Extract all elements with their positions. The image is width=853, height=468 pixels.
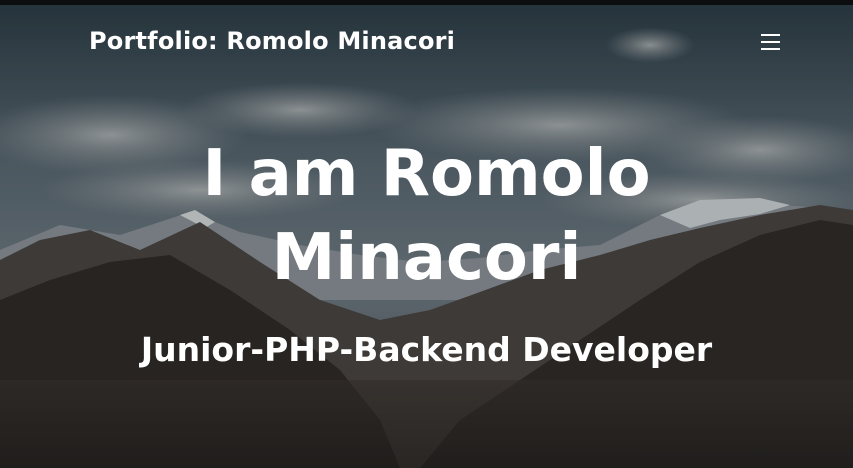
hero-headline: I am Romolo Minacori [0, 132, 853, 300]
menu-toggle-button[interactable] [756, 29, 786, 55]
headline-line-1: I am Romolo [202, 137, 651, 211]
hero-section: Portfolio: Romolo Minacori I am Romolo Mi… [0, 0, 853, 468]
hero-subtitle: Junior-PHP-Backend Developer [140, 330, 713, 369]
headline-line-2: Minacori [271, 221, 582, 295]
brand-link[interactable]: Portfolio: Romolo Minacori [89, 27, 455, 55]
navbar: Portfolio: Romolo Minacori [0, 5, 853, 81]
hamburger-menu-icon [761, 34, 780, 50]
